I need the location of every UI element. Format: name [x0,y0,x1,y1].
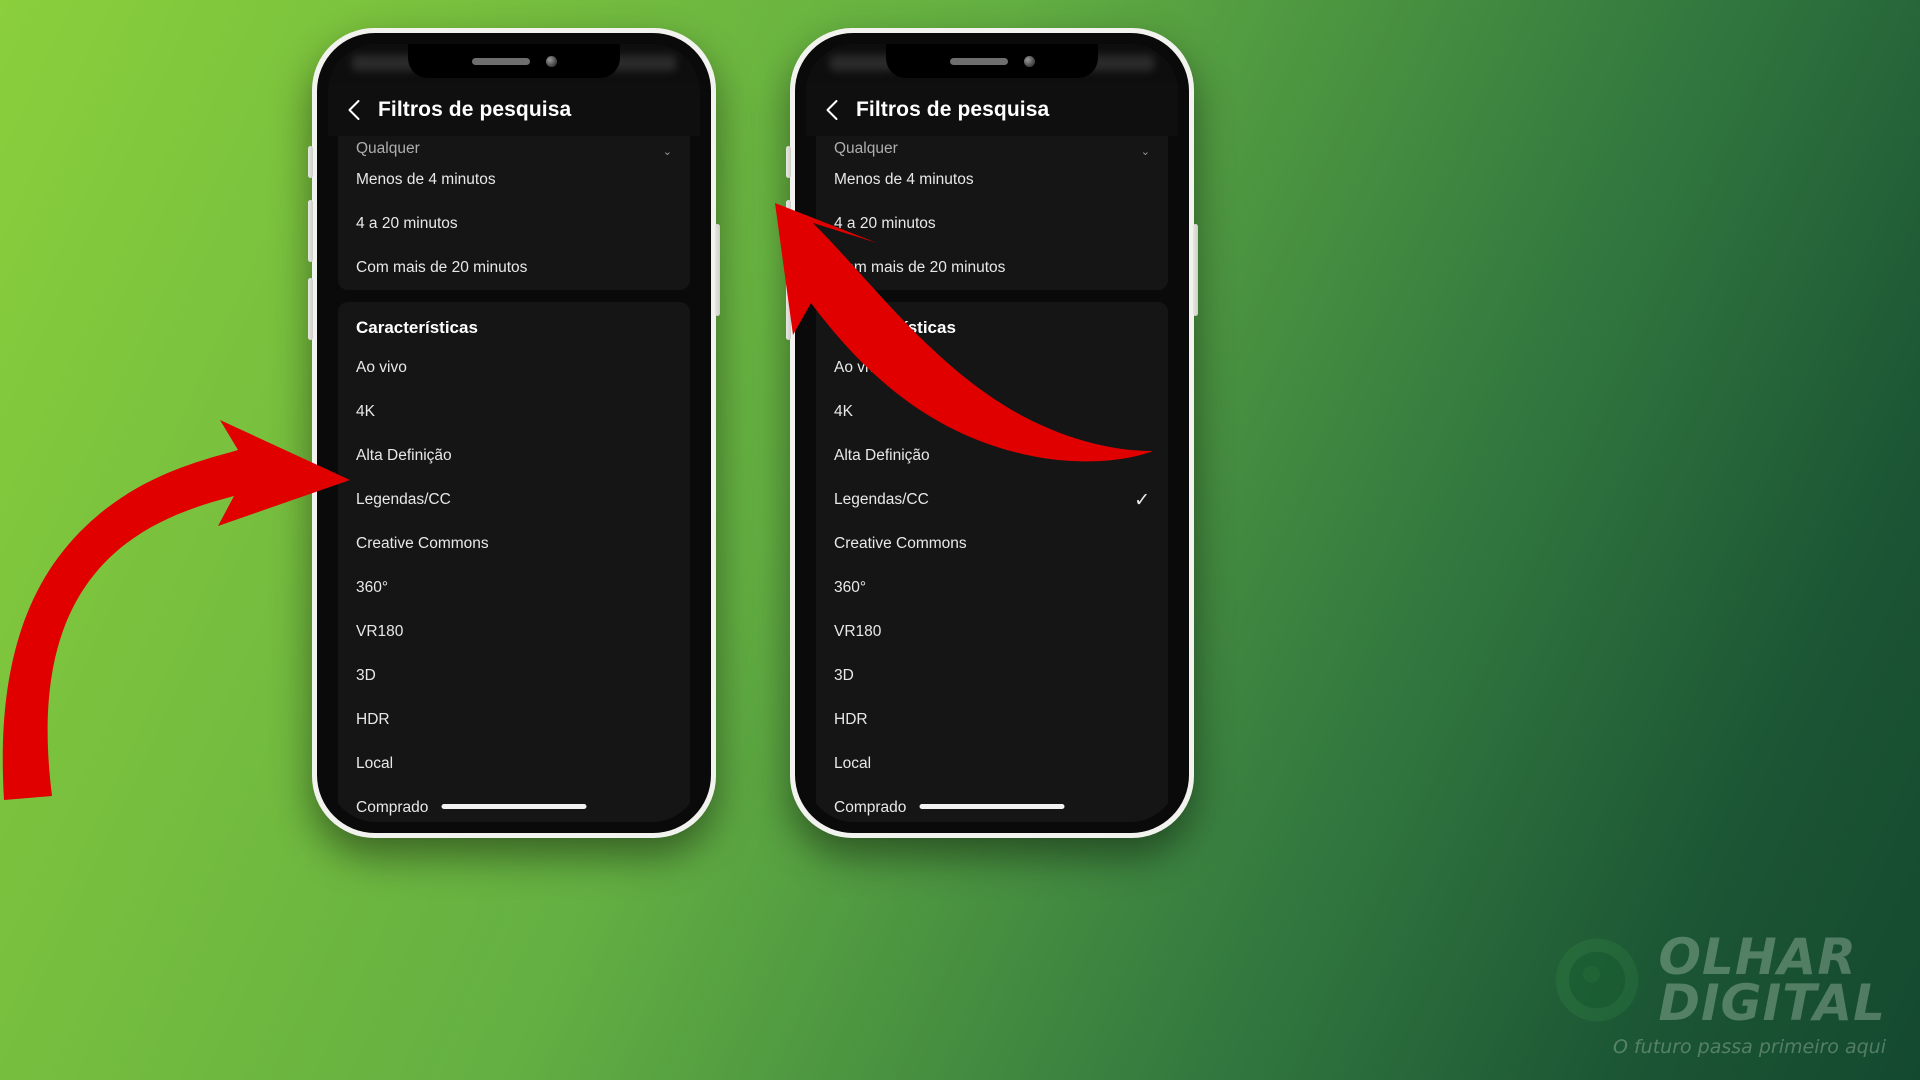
filter-row-legendas-cc[interactable]: Legendas/CC [338,478,690,522]
eye-logo-icon [1556,938,1639,1022]
chevron-down-icon: ⌄ [662,146,672,158]
power-button[interactable] [1193,224,1198,316]
volume-up-button[interactable] [786,200,791,262]
duration-filter-card: Qualquer ⌄ Menos de 4 minutos 4 a 20 min… [338,136,690,290]
section-title-caracteristicas: Características [356,318,478,337]
filter-row-creative-commons[interactable]: Creative Commons [338,522,690,566]
phone-screen-left: Filtros de pesquisa Qualquer ⌄ Menos de … [328,44,700,822]
watermark-tagline: O futuro passa primeiro aqui [1612,1036,1886,1058]
chevron-down-icon: ⌄ [1140,146,1150,158]
features-filter-card: Características Ao vivo 4K Alta Definiçã… [816,302,1168,822]
filters-scroll-area-left[interactable]: Qualquer ⌄ Menos de 4 minutos 4 a 20 min… [328,136,700,822]
chevron-left-icon[interactable] [820,97,846,123]
filter-row-360[interactable]: 360° [338,566,690,610]
duration-filter-card: Qualquer ⌄ Menos de 4 minutos 4 a 20 min… [816,136,1168,290]
app-header-right: Filtros de pesquisa [806,84,1178,136]
filter-row-ao-vivo[interactable]: Ao vivo [816,346,1168,390]
filter-row-local[interactable]: Local [816,742,1168,786]
filter-row-duration-short[interactable]: Menos de 4 minutos [338,158,690,202]
filter-row-hdr[interactable]: HDR [816,698,1168,742]
filter-row-alta-definicao[interactable]: Alta Definição [816,434,1168,478]
chevron-left-icon[interactable] [342,97,368,123]
phone-mockup-right: Filtros de pesquisa Qualquer ⌄ Menos de … [786,28,1198,838]
checkmark-icon: ✓ [1134,489,1150,511]
filter-row-hdr[interactable]: HDR [338,698,690,742]
watermark-olhar-digital: OLHAR DIGITAL O futuro passa primeiro aq… [1550,932,1886,1058]
phone-bezel: Filtros de pesquisa Qualquer ⌄ Menos de … [317,33,711,833]
page-title: Filtros de pesquisa [856,98,1050,121]
front-camera-icon [1023,55,1035,67]
page-title: Filtros de pesquisa [378,98,572,121]
notch [408,44,620,78]
filter-row-qualquer[interactable]: Qualquer ⌄ [338,136,690,158]
filter-row-4k[interactable]: 4K [816,390,1168,434]
phone-bezel: Filtros de pesquisa Qualquer ⌄ Menos de … [795,33,1189,833]
notch [886,44,1098,78]
volume-down-button[interactable] [308,278,313,340]
filter-row-creative-commons[interactable]: Creative Commons [816,522,1168,566]
status-bar-left-blur [352,55,416,71]
filter-row-qualquer[interactable]: Qualquer ⌄ [816,136,1168,158]
watermark-line2: DIGITAL [1658,974,1886,1032]
filter-row-duration-medium[interactable]: 4 a 20 minutos [338,202,690,246]
section-title-caracteristicas: Características [834,318,956,337]
filter-row-ao-vivo[interactable]: Ao vivo [338,346,690,390]
filter-row-360[interactable]: 360° [816,566,1168,610]
mute-switch[interactable] [786,146,791,178]
filter-row-vr180[interactable]: VR180 [338,610,690,654]
home-indicator[interactable] [919,804,1065,809]
volume-down-button[interactable] [786,278,791,340]
earpiece-speaker-icon [471,57,530,65]
filter-row-3d[interactable]: 3D [338,654,690,698]
filter-row-duration-short[interactable]: Menos de 4 minutos [816,158,1168,202]
filter-row-alta-definicao[interactable]: Alta Definição [338,434,690,478]
status-bar-left-blur [830,55,894,71]
phone-mockup-left: Filtros de pesquisa Qualquer ⌄ Menos de … [308,28,720,838]
front-camera-icon [545,55,557,67]
filter-row-4k[interactable]: 4K [338,390,690,434]
features-filter-card: Características Ao vivo 4K Alta Definiçã… [338,302,690,822]
filter-row-vr180[interactable]: VR180 [816,610,1168,654]
filter-row-duration-long[interactable]: Com mais de 20 minutos [816,246,1168,290]
app-header-left: Filtros de pesquisa [328,84,700,136]
phone-screen-right: Filtros de pesquisa Qualquer ⌄ Menos de … [806,44,1178,822]
filters-scroll-area-right[interactable]: Qualquer ⌄ Menos de 4 minutos 4 a 20 min… [806,136,1178,822]
mute-switch[interactable] [308,146,313,178]
filter-row-local[interactable]: Local [338,742,690,786]
volume-up-button[interactable] [308,200,313,262]
filter-row-duration-medium[interactable]: 4 a 20 minutos [816,202,1168,246]
filter-row-legendas-cc[interactable]: Legendas/CC ✓ [816,478,1168,522]
filter-row-3d[interactable]: 3D [816,654,1168,698]
earpiece-speaker-icon [949,57,1008,65]
home-indicator[interactable] [441,804,587,809]
power-button[interactable] [715,224,720,316]
filter-row-duration-long[interactable]: Com mais de 20 minutos [338,246,690,290]
